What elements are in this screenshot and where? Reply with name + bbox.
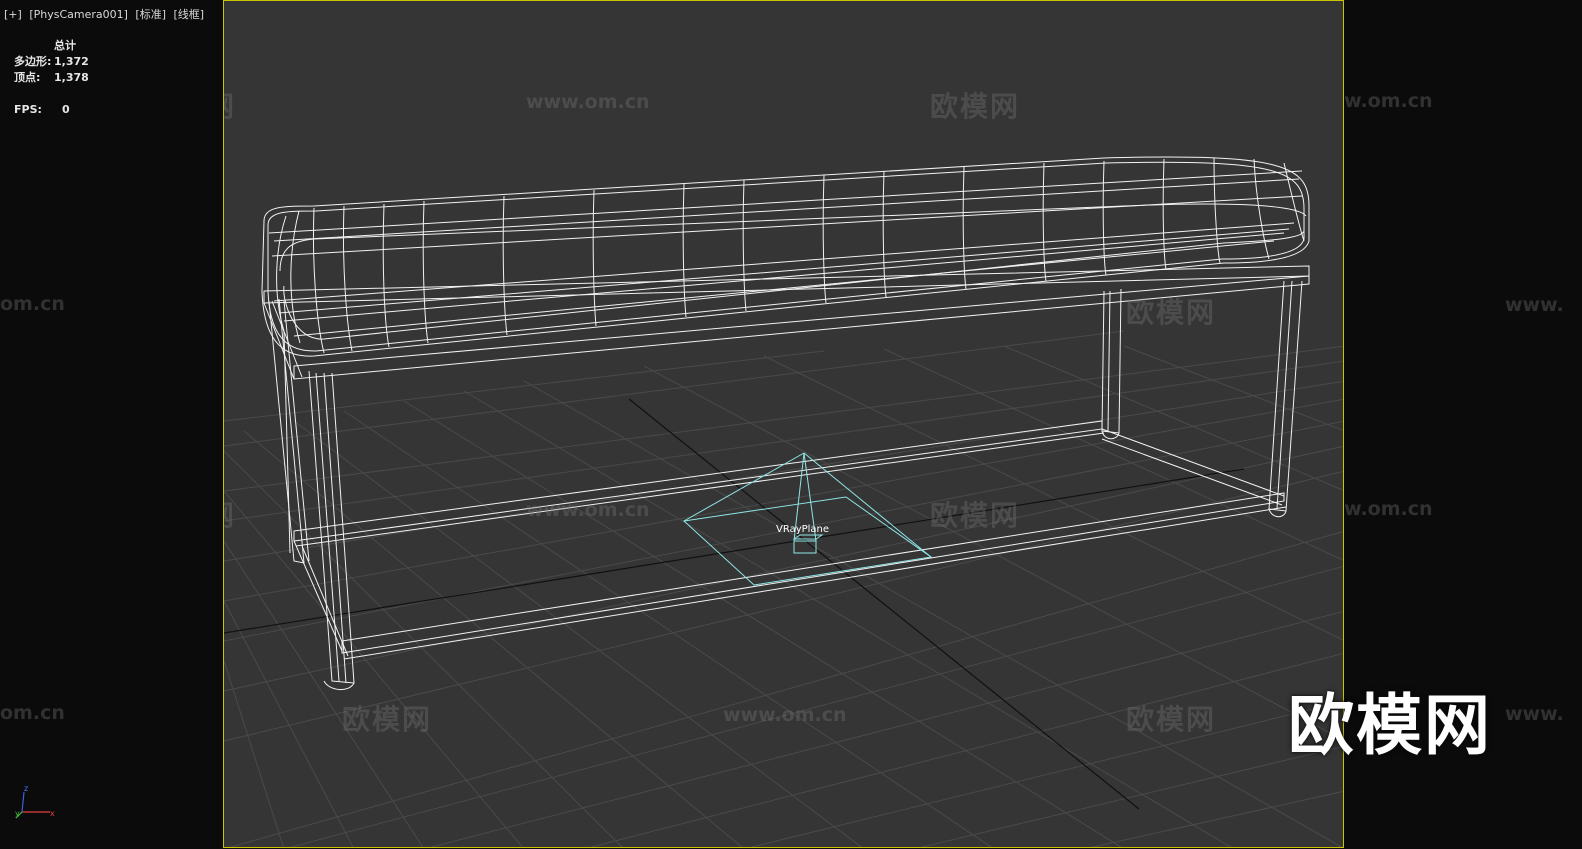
viewport-header: [+] [PhysCamera001] [标准] [线框] <box>4 6 208 22</box>
viewport-safe-frame[interactable]: VRayPlane 欧模网 www.om.cn 欧模网 欧模网 欧模网 www.… <box>223 0 1344 848</box>
viewport-display-mode-menu[interactable]: [线框] <box>174 8 205 21</box>
stats-polygons-value: 1,372 <box>54 55 89 68</box>
axis-y-label: y <box>15 809 20 818</box>
stats-vertices-label: 顶点: <box>14 71 41 84</box>
stats-vertices-value: 1,378 <box>54 71 89 84</box>
world-axis-lines <box>224 398 1245 810</box>
axis-x-label: x <box>50 809 55 818</box>
vray-plane-label: VRayPlane <box>776 524 830 535</box>
axis-z-label: z <box>24 784 28 793</box>
stats-total-text: 总计 <box>54 39 76 52</box>
stats-vertices-row: 顶点: 1,378 <box>14 70 89 86</box>
watermark-url-right-3: www. <box>1505 294 1564 316</box>
viewport-camera-menu[interactable]: [PhysCamera001] <box>29 8 128 21</box>
wireframe-scene[interactable] <box>224 1 1344 848</box>
stats-polygons-row: 多边形: 1,372 <box>14 54 89 70</box>
home-grid <box>224 330 1343 847</box>
watermark-url-left-2: om.cn <box>0 702 65 724</box>
stats-polygons-label: 多边形: <box>14 55 52 68</box>
watermark-logo: 欧模网 <box>1288 687 1492 764</box>
watermark-url-right-4: www. <box>1505 703 1564 725</box>
stats-total-label: 总计 <box>14 38 89 54</box>
viewport-shading-menu[interactable]: [标准] <box>135 8 166 21</box>
stats-fps-label: FPS: <box>14 103 42 116</box>
axis-tripod-icon: x z y <box>15 784 55 819</box>
statistics-overlay: 总计 多边形: 1,372 顶点: 1,378 FPS: 0 <box>14 38 89 118</box>
watermark-url-left-1: om.cn <box>0 293 65 315</box>
axis-tripod: x z y <box>10 782 60 826</box>
stats-fps-row: FPS: 0 <box>14 102 89 118</box>
viewport-menu-plus[interactable]: [+] <box>4 8 22 21</box>
stats-fps-value: 0 <box>62 103 70 116</box>
bench-wireframe[interactable] <box>261 156 1310 690</box>
